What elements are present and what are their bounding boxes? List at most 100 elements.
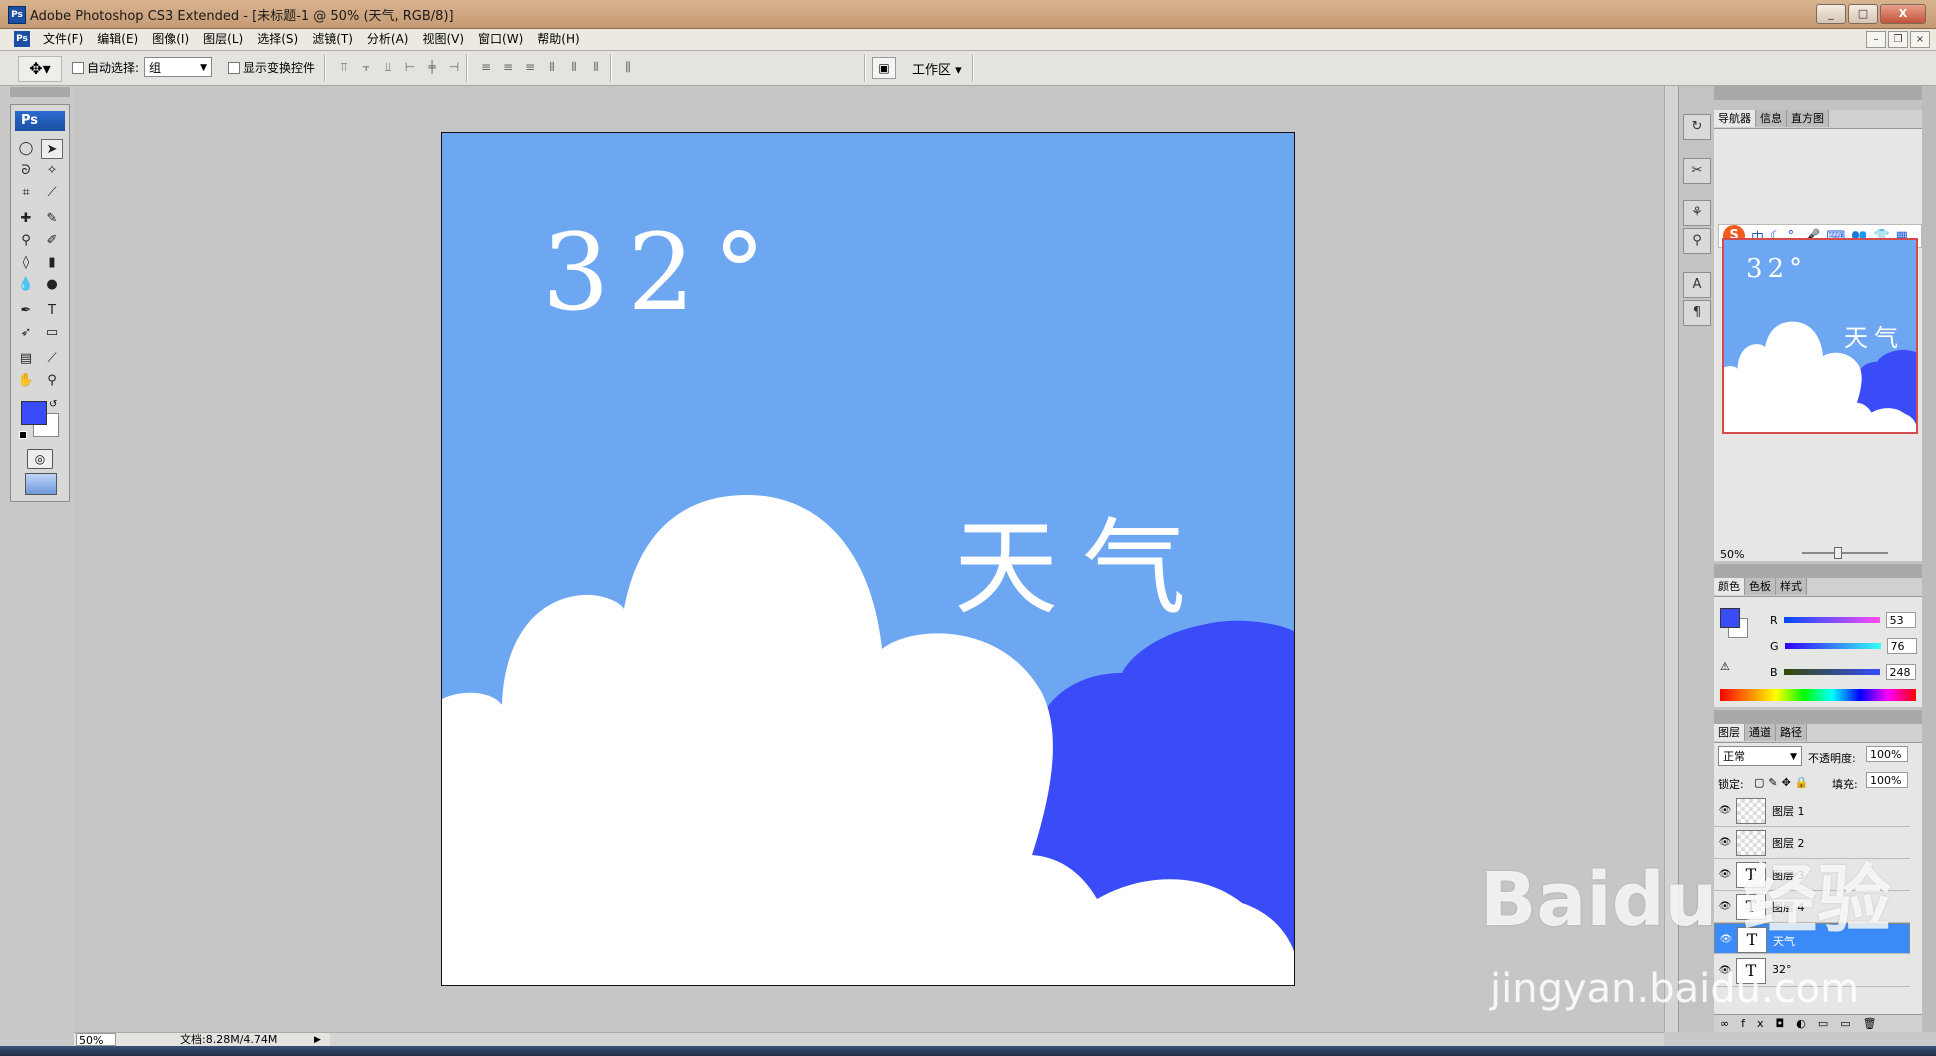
eyedropper-icon[interactable]: ⟋ — [41, 349, 63, 369]
menu-view[interactable]: 视图(V) — [415, 32, 471, 47]
tab-swatches[interactable]: 色板 — [1745, 578, 1776, 595]
distribute-vcenter-icon[interactable]: ≡ — [500, 59, 516, 75]
doc-restore-button[interactable]: ❐ — [1888, 31, 1908, 48]
tab-info[interactable]: 信息 — [1756, 110, 1787, 127]
navigator-zoom[interactable]: 50% — [1720, 548, 1744, 561]
eye-icon[interactable]: 👁 — [1718, 804, 1732, 818]
panel-foreground-swatch-top[interactable] — [1720, 608, 1740, 628]
blur-tool-icon[interactable]: 💧 — [15, 275, 37, 295]
status-menu-icon[interactable]: ▶ — [314, 1033, 321, 1047]
navigator-zoom-slider[interactable] — [1802, 552, 1888, 554]
tab-styles[interactable]: 样式 — [1776, 578, 1807, 595]
menu-analysis[interactable]: 分析(A) — [360, 32, 416, 47]
doc-info[interactable]: 文档:8.28M/4.74M — [180, 1033, 277, 1047]
fill-field[interactable]: 100% — [1866, 772, 1908, 788]
align-top-icon[interactable]: ⫪ — [336, 59, 352, 75]
move-tool-preset-icon[interactable]: ✥▾ — [18, 56, 62, 82]
distribute-top-icon[interactable]: ≡ — [478, 59, 494, 75]
tab-histogram[interactable]: 直方图 — [1787, 110, 1829, 127]
b-value[interactable]: 248 — [1885, 664, 1916, 680]
paragraph-panel-icon[interactable]: ¶ — [1683, 300, 1711, 326]
zoom-tool-icon[interactable]: ⚲ — [41, 371, 63, 391]
navigator-preview[interactable]: 32° 天气 — [1722, 238, 1918, 434]
character-panel-icon[interactable]: A — [1683, 272, 1711, 298]
toolbox-header[interactable] — [10, 87, 70, 97]
horizontal-scrollbar[interactable] — [330, 1032, 1664, 1047]
layers-footer-icons[interactable]: ∞fx◘◐▭▭🗑 — [1714, 1014, 1922, 1032]
lasso-tool-icon[interactable]: ᘐ — [15, 161, 37, 181]
color-spectrum[interactable] — [1720, 689, 1916, 701]
panel-header[interactable] — [1714, 564, 1922, 578]
g-value[interactable]: 76 — [1886, 638, 1917, 654]
navigator-slider-knob[interactable] — [1834, 547, 1842, 559]
slice-tool-icon[interactable]: ⟋ — [41, 183, 63, 203]
magic-wand-icon[interactable]: ✧ — [41, 161, 63, 181]
history-brush-icon[interactable]: ✐ — [41, 231, 63, 251]
panel-header[interactable] — [1714, 86, 1922, 100]
distribute-bottom-icon[interactable]: ≡ — [522, 59, 538, 75]
panel-header[interactable] — [1714, 710, 1922, 724]
panels-scrollbar[interactable] — [1922, 86, 1936, 1032]
quick-mask-icon[interactable]: ◎ — [27, 449, 53, 469]
align-left-icon[interactable]: ⊢ — [402, 59, 418, 75]
opacity-field[interactable]: 100% — [1866, 746, 1908, 762]
align-hcenter-icon[interactable]: ╪ — [424, 59, 440, 75]
workspace-menu[interactable]: 工作区 ▾ — [912, 59, 962, 78]
align-bottom-icon[interactable]: ⫫ — [380, 59, 396, 75]
gradient-tool-icon[interactable]: ▮ — [41, 253, 63, 273]
menu-window[interactable]: 窗口(W) — [471, 32, 530, 47]
auto-align-layers-icon[interactable]: ⫼ — [620, 59, 636, 75]
swap-colors-icon[interactable]: ↺ — [49, 399, 57, 410]
brushes-panel-icon[interactable]: ⚘ — [1683, 200, 1711, 226]
foreground-color-swatch-top[interactable] — [21, 401, 47, 425]
path-select-icon[interactable]: ➶ — [15, 323, 37, 343]
show-transform-checkbox[interactable] — [228, 61, 240, 74]
distribute-left-icon[interactable]: ⦀ — [544, 59, 560, 75]
notes-tool-icon[interactable]: ▤ — [15, 349, 37, 369]
lock-icons[interactable]: ▢✎✥🔒 — [1754, 776, 1813, 789]
align-right-icon[interactable]: ⊣ — [446, 59, 462, 75]
distribute-right-icon[interactable]: ⦀ — [588, 59, 604, 75]
distribute-hcenter-icon[interactable]: ⦀ — [566, 59, 582, 75]
tab-channels[interactable]: 通道 — [1745, 724, 1776, 741]
clone-source-icon[interactable]: ⚲ — [1683, 228, 1711, 254]
auto-select-option[interactable]: 自动选择: — [72, 59, 139, 76]
screen-mode-icon[interactable] — [25, 473, 57, 495]
brush-tool-icon[interactable]: ✎ — [41, 209, 63, 229]
hand-tool-icon[interactable]: ✋ — [15, 371, 37, 391]
r-value[interactable]: 53 — [1885, 612, 1916, 628]
tab-layers[interactable]: 图层 — [1714, 724, 1745, 741]
ps-menu-icon[interactable]: Ps — [14, 31, 30, 47]
pen-tool-icon[interactable]: ✒ — [15, 301, 37, 321]
gamut-warning-icon[interactable]: ⚠ — [1720, 660, 1730, 673]
show-transform-option[interactable]: 显示变换控件 — [228, 59, 315, 76]
menu-file[interactable]: 文件(F) — [36, 32, 90, 47]
crop-tool-icon[interactable]: ⌗ — [15, 183, 37, 203]
auto-select-checkbox[interactable] — [72, 61, 84, 74]
menu-image[interactable]: 图像(I) — [145, 32, 196, 47]
auto-select-dropdown[interactable]: 组 ▼ — [144, 57, 212, 77]
menu-filter[interactable]: 滤镜(T) — [305, 32, 360, 47]
default-colors-icon[interactable] — [19, 431, 27, 439]
eraser-tool-icon[interactable]: ◊ — [15, 253, 37, 273]
bridge-icon[interactable]: ▣ — [872, 57, 896, 79]
minimize-button[interactable]: _ — [1816, 4, 1846, 24]
menu-select[interactable]: 选择(S) — [250, 32, 305, 47]
layer-row[interactable]: 👁 图层 1 — [1714, 795, 1910, 827]
doc-close-button[interactable]: × — [1910, 31, 1930, 48]
tool-presets-icon[interactable]: ✂ — [1683, 158, 1711, 184]
menu-edit[interactable]: 编辑(E) — [90, 32, 145, 47]
menu-layer[interactable]: 图层(L) — [196, 32, 250, 47]
tab-color[interactable]: 颜色 — [1714, 578, 1745, 595]
type-tool-icon[interactable]: T — [41, 301, 63, 321]
healing-brush-icon[interactable]: ✚ — [15, 209, 37, 229]
align-vcenter-icon[interactable]: ⫟ — [358, 59, 374, 75]
document-canvas[interactable]: 32° 天气 — [441, 132, 1295, 986]
blend-mode-dropdown[interactable]: 正常 ▼ — [1718, 746, 1802, 766]
menu-help[interactable]: 帮助(H) — [530, 32, 586, 47]
b-slider[interactable] — [1783, 669, 1880, 675]
move-tool-icon[interactable]: ➤ — [41, 139, 63, 159]
doc-minimize-button[interactable]: – — [1866, 31, 1886, 48]
maximize-button[interactable]: □ — [1848, 4, 1878, 24]
tab-paths[interactable]: 路径 — [1776, 724, 1807, 741]
